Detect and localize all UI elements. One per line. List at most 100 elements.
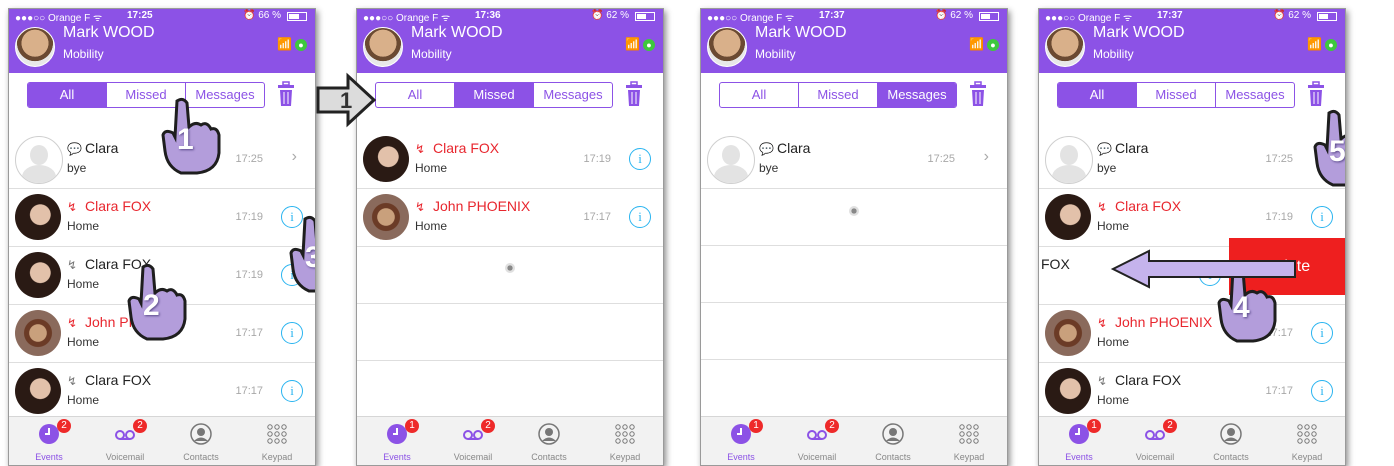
call-arrow-icon: ↯ [67,200,78,214]
list-divider [701,302,1007,303]
contact-detail: Home [67,219,100,233]
list-item[interactable]: ↯ Clara FOX Home 17:19 i [9,189,315,247]
keypad-icon [958,423,980,445]
call-arrow-icon: ↯ [67,374,78,388]
tab-voicemail[interactable]: 2 Voicemail [1117,417,1193,465]
event-time: 17:19 [235,211,263,223]
avatar[interactable] [1045,27,1085,67]
list-item[interactable]: ↯ Clara FOX Home 17:17 i [1039,363,1345,421]
tab-all[interactable]: All [1058,83,1136,107]
list-item[interactable]: ↯John PHOENIXHome17:17i [1039,305,1345,363]
call-arrow-icon: ↯ [1097,316,1108,330]
tab-contacts[interactable]: Contacts [1193,417,1269,465]
avatar[interactable] [363,27,403,67]
tab-keypad[interactable]: Keypad [931,417,1007,465]
user-name: Mark WOOD [411,24,503,41]
tab-events[interactable]: 1 Events [359,417,435,465]
contact-name-text: Clara [777,140,811,156]
trash-icon[interactable] [277,81,295,107]
lock-icon: ● [295,39,307,51]
contact-name: ↯ Clara FOX [1097,198,1181,214]
tab-all[interactable]: All [28,83,106,107]
battery-icon [979,12,999,21]
info-icon[interactable]: i [281,380,303,402]
list-item[interactable]: ↯ Clara FOX Home 17:19 i [357,131,663,189]
event-time: 17:25 [235,153,263,165]
contact-name: 💬 Clara [67,140,118,156]
tab-label: Keypad [609,452,641,462]
contact-name: 💬 Clara [1097,140,1148,156]
tab-missed[interactable]: Missed [454,83,533,107]
contact-detail: Home [415,219,448,233]
tab-all[interactable]: All [376,83,454,107]
clock: 17:25 [127,10,153,21]
contact-detail: Home [67,335,100,349]
trash-icon[interactable] [625,81,643,107]
info-icon[interactable]: i [629,206,651,228]
contact-avatar [15,252,61,298]
tab-events[interactable]: 1 Events [703,417,779,465]
step-number: 2 [143,289,160,322]
header-icons: 📶 ● [277,35,307,51]
chevron-right-icon[interactable]: › [984,148,989,166]
pointer-hand-icon: 5 [1311,109,1345,187]
contact-name: ↯ John PHOENIX [415,198,530,214]
tab-keypad[interactable]: Keypad [239,417,315,465]
tab-voicemail[interactable]: 2 Voicemail [779,417,855,465]
contact-name-text: Clara [1115,140,1149,156]
list-item[interactable]: 💬 Clara bye 17:25 [1039,131,1345,189]
trash-icon[interactable] [969,81,987,107]
battery-label: ⏰ 62 % [1272,10,1311,21]
tab-keypad[interactable]: Keypad [1269,417,1345,465]
event-time: 17:25 [927,153,955,165]
tab-missed[interactable]: Missed [798,83,877,107]
contact-name: 💬 Clara [759,140,810,156]
info-icon[interactable]: i [1311,206,1333,228]
event-time: 17:19 [1265,211,1293,223]
tab-messages[interactable]: Messages [533,83,612,107]
tab-voicemail[interactable]: 2 Voicemail [435,417,511,465]
count-badge: 2 [481,419,495,433]
wifi-call-icon: 📶 [625,37,640,51]
tab-events[interactable]: 2 Events [11,417,87,465]
list-item[interactable]: ↯ Clara FOX Home 17:17 i [9,363,315,421]
contact-avatar [1045,310,1091,356]
loading-indicator [849,206,859,216]
lock-icon: ● [643,39,655,51]
list-item[interactable]: ↯John PHOENIXHome17:17i [357,189,663,247]
keypad-icon [614,423,636,445]
tab-missed[interactable]: Missed [1136,83,1215,107]
wifi-call-icon: 📶 [1307,37,1322,51]
contact-detail: Home [1097,335,1130,349]
tab-keypad[interactable]: Keypad [587,417,663,465]
trash-icon[interactable] [1307,81,1325,107]
user-status: Mobility [1093,47,1134,61]
carrier-label: ●●●○○ Orange F ᯤ [1045,13,1133,24]
contact-avatar [1045,136,1093,184]
info-icon[interactable]: i [1311,322,1333,344]
tab-voicemail[interactable]: 2 Voicemail [87,417,163,465]
tab-contacts[interactable]: Contacts [855,417,931,465]
pointer-hand-icon: 2 [125,263,189,341]
tab-contacts[interactable]: Contacts [511,417,587,465]
app-header: Mark WOOD Mobility 📶 ● [357,23,663,73]
info-icon[interactable]: i [629,148,651,170]
call-arrow-icon: ↯ [1097,374,1108,388]
tab-messages[interactable]: Messages [1215,83,1294,107]
tab-messages[interactable]: Messages [877,83,956,107]
tab-label: Events [727,452,755,462]
tab-all[interactable]: All [720,83,798,107]
tab-events[interactable]: 1 Events [1041,417,1117,465]
tab-contacts[interactable]: Contacts [163,417,239,465]
contact-name: FOX [1041,256,1070,272]
list-divider [357,303,663,304]
list-item[interactable]: 💬 Clara bye 17:25 › [701,131,1007,189]
carrier-label: ●●●○○ Orange F ᯤ [707,13,795,24]
info-icon[interactable]: i [281,322,303,344]
call-arrow-icon: ↯ [67,258,78,272]
avatar[interactable] [15,27,55,67]
chevron-right-icon[interactable]: › [292,148,297,166]
avatar[interactable] [707,27,747,67]
contact-name-text: Clara [85,140,119,156]
info-icon[interactable]: i [1311,380,1333,402]
